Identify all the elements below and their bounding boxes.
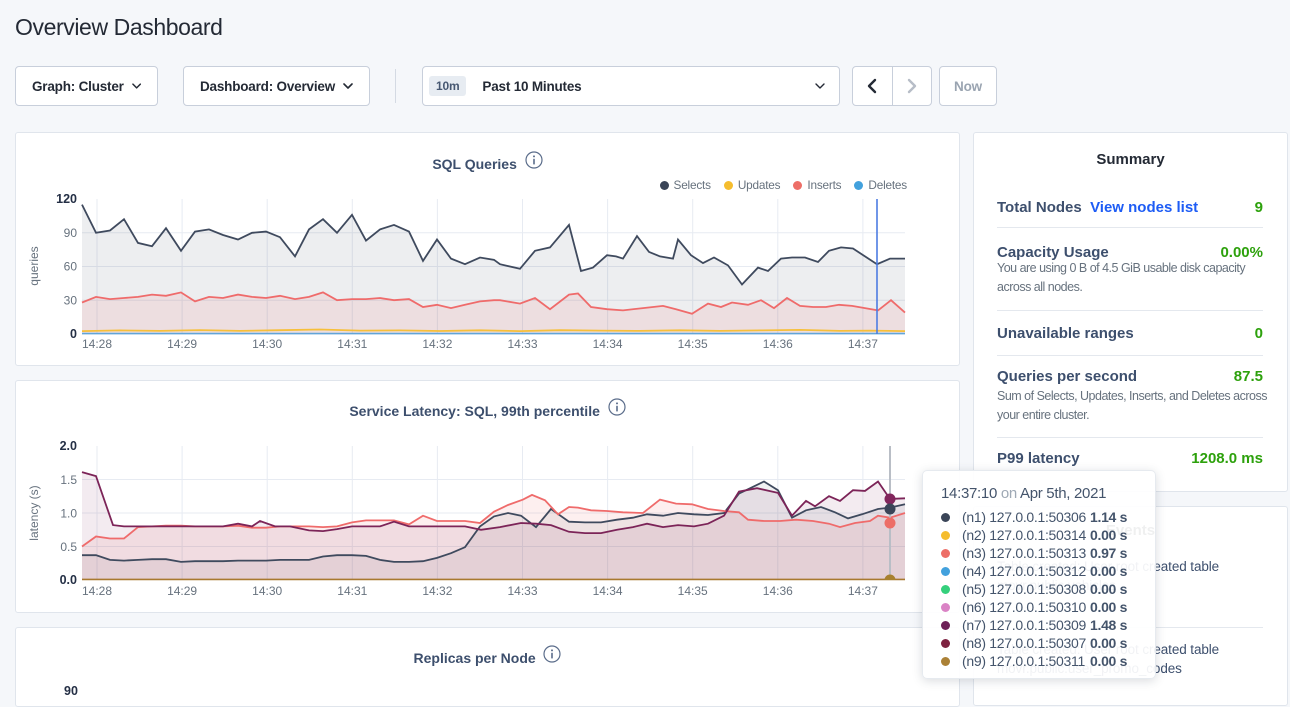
svg-text:14:32: 14:32: [422, 584, 452, 598]
svg-text:14:29: 14:29: [167, 337, 197, 351]
svg-text:14:30: 14:30: [252, 337, 282, 351]
svg-text:14:36: 14:36: [763, 584, 793, 598]
svg-text:14:32: 14:32: [422, 337, 452, 351]
svg-text:14:31: 14:31: [337, 337, 367, 351]
svg-text:60: 60: [64, 260, 78, 274]
svg-text:latency (s): latency (s): [27, 485, 41, 540]
svg-text:14:30: 14:30: [252, 584, 282, 598]
svg-text:14:34: 14:34: [593, 337, 623, 351]
svg-text:0: 0: [70, 327, 77, 341]
svg-text:0.5: 0.5: [60, 540, 77, 554]
svg-text:14:29: 14:29: [167, 584, 197, 598]
svg-text:0.0: 0.0: [60, 573, 77, 587]
svg-text:14:33: 14:33: [507, 584, 537, 598]
svg-text:14:37: 14:37: [848, 584, 878, 598]
svg-text:queries: queries: [27, 246, 41, 285]
svg-text:14:36: 14:36: [763, 337, 793, 351]
svg-text:14:34: 14:34: [593, 584, 623, 598]
svg-text:30: 30: [64, 294, 78, 308]
svg-text:14:35: 14:35: [678, 584, 708, 598]
svg-text:14:31: 14:31: [337, 584, 367, 598]
svg-text:14:37: 14:37: [848, 337, 878, 351]
svg-text:90: 90: [64, 226, 78, 240]
svg-text:14:28: 14:28: [82, 584, 112, 598]
svg-text:14:35: 14:35: [678, 337, 708, 351]
svg-text:1.0: 1.0: [60, 507, 77, 521]
svg-text:14:33: 14:33: [507, 337, 537, 351]
svg-text:2.0: 2.0: [60, 439, 77, 453]
svg-text:14:28: 14:28: [82, 337, 112, 351]
svg-text:1.5: 1.5: [60, 473, 77, 487]
svg-text:120: 120: [56, 192, 77, 206]
